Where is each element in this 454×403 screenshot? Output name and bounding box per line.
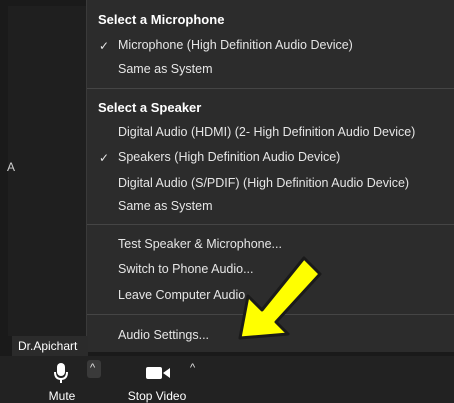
meeting-toolbar: Mute Stop Video (0, 356, 454, 403)
menu-item-leave-computer-audio[interactable]: Leave Computer Audio (118, 288, 245, 302)
video-options-caret[interactable]: ^ (187, 360, 201, 378)
menu-divider (87, 224, 454, 225)
participant-name: Dr.Apichart (12, 336, 88, 356)
menu-item-mic-same-as-system[interactable]: Same as System (118, 62, 212, 76)
microphone-section-title: Select a Microphone (98, 12, 225, 27)
speaker-section-title: Select a Speaker (98, 100, 202, 115)
video-camera-icon[interactable] (145, 365, 171, 381)
microphone-icon[interactable] (53, 362, 69, 384)
menu-item-test-speaker-mic[interactable]: Test Speaker & Microphone... (118, 237, 282, 251)
mute-button[interactable]: Mute (40, 389, 84, 403)
menu-divider (87, 88, 454, 89)
speaker-checkmark-icon: ✓ (99, 151, 110, 165)
side-letter: A (7, 160, 16, 174)
stop-video-button[interactable]: Stop Video (122, 389, 192, 403)
mic-checkmark-icon: ✓ (99, 39, 110, 53)
menu-item-speaker-same-as-system[interactable]: Same as System (118, 199, 212, 213)
audio-options-caret[interactable]: ^ (87, 360, 101, 378)
chevron-up-icon: ^ (90, 362, 96, 374)
menu-item-mic-hd[interactable]: Microphone (High Definition Audio Device… (118, 38, 353, 52)
menu-item-speaker-hdmi[interactable]: Digital Audio (HDMI) (2- High Definition… (118, 125, 415, 139)
chevron-up-icon: ^ (190, 362, 196, 374)
menu-item-audio-settings[interactable]: Audio Settings... (118, 328, 209, 342)
yellow-arrow-icon (238, 256, 322, 340)
zoom-meeting-window: A Select a Microphone ✓ Microphone (High… (0, 0, 454, 403)
menu-item-speaker-hd[interactable]: Speakers (High Definition Audio Device) (118, 150, 340, 164)
menu-item-speaker-spdif[interactable]: Digital Audio (S/PDIF) (High Definition … (118, 176, 409, 190)
video-area (8, 6, 88, 336)
